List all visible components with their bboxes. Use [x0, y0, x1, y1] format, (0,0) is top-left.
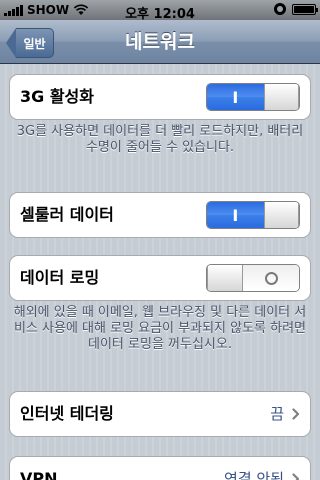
data-roaming-cell: 데이터 로밍 — [9, 255, 311, 301]
enable-3g-label: 3G 활성화 — [20, 87, 94, 106]
chevron-right-icon — [292, 473, 300, 480]
vpn-label: VPN — [20, 469, 58, 480]
rotation-lock-icon — [274, 3, 286, 15]
enable-3g-cell: 3G 활성화 I — [9, 74, 311, 120]
data-roaming-switch[interactable] — [206, 264, 300, 292]
back-button[interactable]: 일반 — [6, 28, 54, 58]
battery-icon — [292, 3, 318, 15]
page-title: 네트워크 — [125, 31, 195, 53]
internet-tethering-cell[interactable]: 인터넷 테더링 끔 — [9, 391, 311, 437]
data-roaming-footer: 해외에 있을 때 이메일, 웹 브라우징 및 다른 데이터 서비스 사용에 대해… — [13, 305, 307, 352]
internet-tethering-value: 끔 — [270, 405, 284, 423]
vpn-value: 연결 안됨 — [224, 470, 284, 480]
chevron-right-icon — [292, 408, 300, 420]
data-roaming-label: 데이터 로밍 — [20, 268, 100, 287]
status-right — [274, 3, 318, 15]
cellular-data-cell: 셀룰러 데이터 I — [9, 192, 311, 238]
status-bar: SHOW 오후 12:04 — [0, 0, 320, 22]
switch-knob — [263, 202, 299, 228]
navigation-bar: 일반 네트워크 — [0, 20, 320, 64]
back-button-label: 일반 — [16, 28, 54, 58]
switch-off-indicator — [243, 265, 299, 291]
battery-fill — [294, 5, 314, 13]
enable-3g-footer: 3G를 사용하면 데이터를 더 빨리 로드하지만, 배터리 수명이 줄어들 수 … — [16, 124, 304, 155]
vpn-cell[interactable]: VPN 연결 안됨 — [9, 456, 311, 480]
cellular-data-label: 셀룰러 데이터 — [20, 205, 114, 224]
switch-knob — [263, 84, 299, 110]
off-circle-icon — [264, 271, 278, 285]
switch-on-indicator: I — [207, 84, 264, 110]
enable-3g-switch[interactable]: I — [206, 83, 300, 111]
switch-knob — [207, 265, 243, 291]
back-arrow-icon — [6, 28, 16, 58]
cellular-data-switch[interactable]: I — [206, 201, 300, 229]
switch-on-indicator: I — [207, 202, 264, 228]
internet-tethering-label: 인터넷 테더링 — [20, 404, 114, 423]
